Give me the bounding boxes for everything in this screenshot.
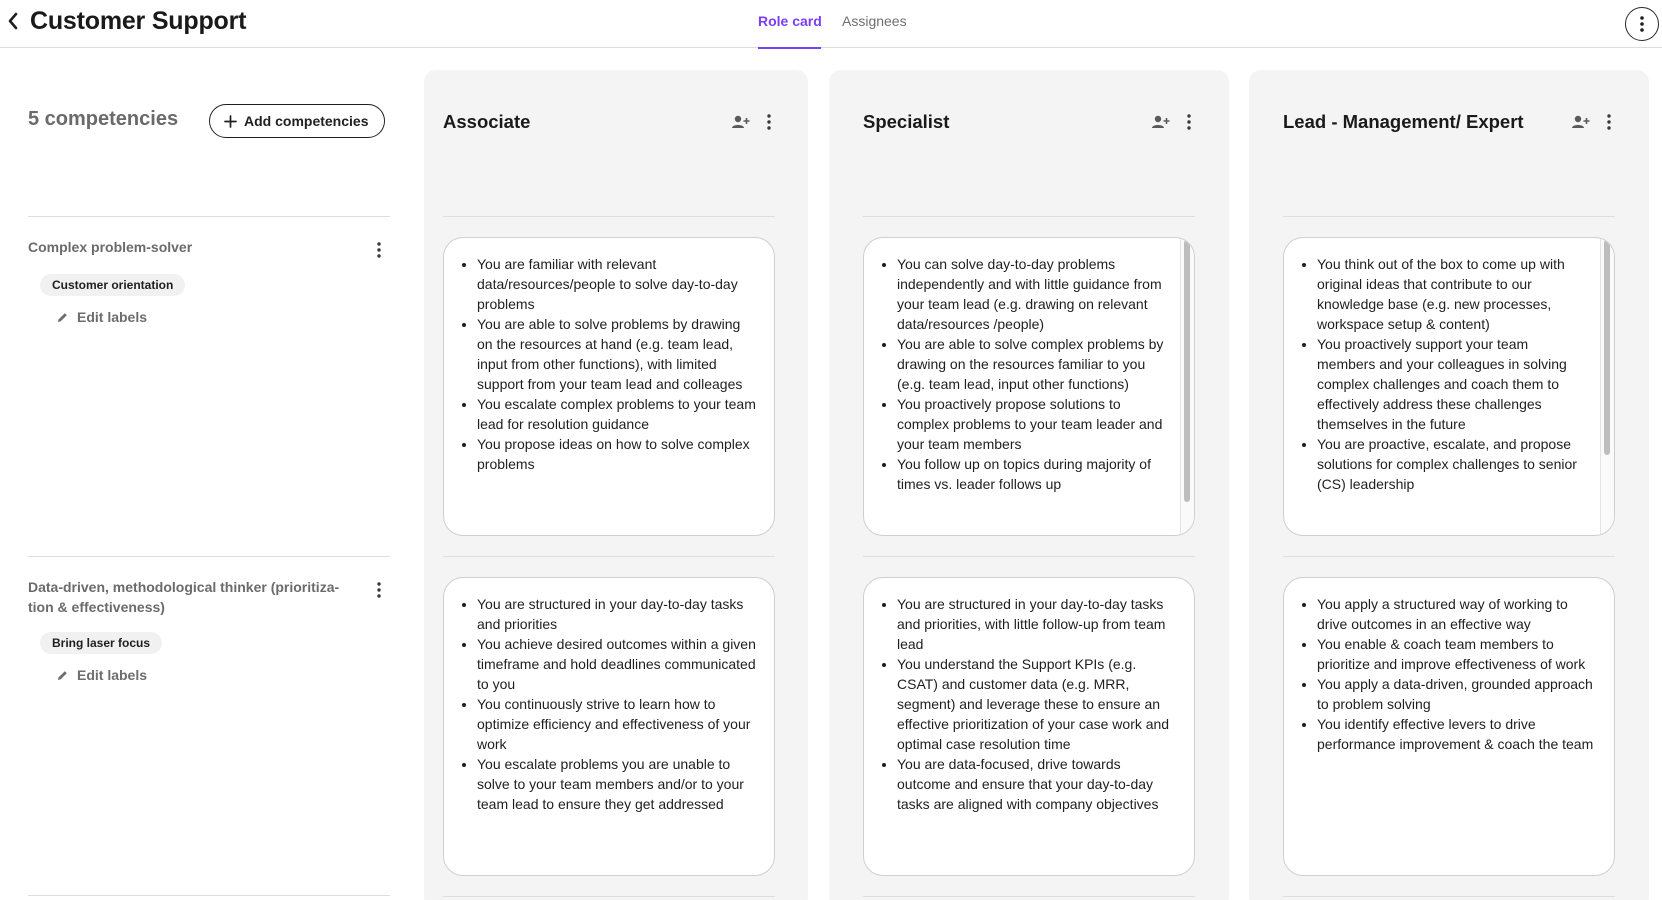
competency-menu-button[interactable] xyxy=(369,239,389,261)
kebab-icon xyxy=(1607,114,1611,130)
back-chevron-icon[interactable] xyxy=(2,8,24,34)
description-item: You think out of the box to come up with… xyxy=(1317,254,1584,334)
description-item: You enable & coach team members to prior… xyxy=(1317,634,1598,674)
level-menu-button[interactable] xyxy=(1178,111,1200,133)
scrollbar-track[interactable] xyxy=(1180,238,1194,535)
description-item: You proactively support your team member… xyxy=(1317,334,1584,434)
competency-description-card[interactable]: You are familiar with relevant data/reso… xyxy=(443,237,775,536)
divider xyxy=(28,216,390,217)
kebab-icon xyxy=(377,582,381,598)
level-title: Specialist xyxy=(863,111,950,132)
edit-labels-label: Edit labels xyxy=(77,309,148,325)
description-list: You are familiar with relevant data/reso… xyxy=(444,238,774,474)
assign-person-icon[interactable] xyxy=(1150,111,1172,133)
kebab-icon xyxy=(1640,16,1644,32)
divider xyxy=(443,216,775,217)
description-item: You follow up on topics during majority … xyxy=(897,454,1164,494)
divider xyxy=(863,896,1195,897)
competency-name: Complex problem-solver xyxy=(28,239,193,255)
tab-role-card[interactable]: Role card xyxy=(758,13,822,29)
scrollbar-track[interactable] xyxy=(1600,238,1614,535)
description-item: You propose ideas on how to solve comple… xyxy=(477,434,758,474)
divider xyxy=(1283,896,1615,897)
description-item: You apply a structured way of working to… xyxy=(1317,594,1598,634)
description-item: You understand the Support KPIs (e.g. CS… xyxy=(897,654,1178,754)
description-item: You continuously strive to learn how to … xyxy=(477,694,758,754)
divider xyxy=(28,895,390,896)
description-item: You are structured in your day-to-day ta… xyxy=(477,594,758,634)
divider xyxy=(443,556,775,557)
description-item: You apply a data-driven, grounded approa… xyxy=(1317,674,1598,714)
divider xyxy=(28,556,390,557)
edit-labels-label: Edit labels xyxy=(77,667,148,683)
level-title: Associate xyxy=(443,111,531,132)
level-title: Lead - Management/ Expert xyxy=(1283,111,1524,132)
assign-person-icon[interactable] xyxy=(730,111,752,133)
description-item: You are able to solve problems by drawin… xyxy=(477,314,758,394)
edit-labels-button[interactable]: Edit labels xyxy=(56,667,147,683)
plus-icon xyxy=(224,114,237,128)
competency-description-card[interactable]: You can solve day-to-day problems indepe… xyxy=(863,237,1195,536)
competency-count: 5 competencies xyxy=(28,108,179,130)
pencil-icon xyxy=(58,670,67,680)
description-item: You are able to solve complex problems b… xyxy=(897,334,1164,394)
description-list: You apply a structured way of working to… xyxy=(1284,578,1614,754)
pencil-icon xyxy=(58,312,67,322)
description-item: You escalate complex problems to your te… xyxy=(477,394,758,434)
competency-description-card[interactable]: You are structured in your day-to-day ta… xyxy=(443,577,775,876)
description-item: You are data-focused, drive towards outc… xyxy=(897,754,1178,814)
description-list: You are structured in your day-to-day ta… xyxy=(444,578,774,814)
active-tab-indicator xyxy=(758,47,821,49)
competency-description-card[interactable]: You apply a structured way of working to… xyxy=(1283,577,1615,876)
competency-menu-button[interactable] xyxy=(369,579,389,601)
description-list: You can solve day-to-day problems indepe… xyxy=(864,238,1180,494)
more-options-button[interactable] xyxy=(1625,7,1659,41)
description-item: You identify effective levers to drive p… xyxy=(1317,714,1598,754)
add-competencies-label: Add competencies xyxy=(244,113,369,129)
scrollbar-thumb[interactable] xyxy=(1604,240,1610,455)
description-item: You are familiar with relevant data/reso… xyxy=(477,254,758,314)
top-bar: Customer Support Role card Assignees xyxy=(0,0,1662,49)
description-item: You proactively propose solutions to com… xyxy=(897,394,1164,454)
scrollbar-thumb[interactable] xyxy=(1184,240,1190,502)
competency-label-chip: Customer orientation xyxy=(40,274,186,296)
level-menu-button[interactable] xyxy=(1598,111,1620,133)
divider xyxy=(1283,556,1615,557)
divider xyxy=(1283,216,1615,217)
divider xyxy=(443,896,775,897)
competency-name: Data-driven, methodological thinker (pri… xyxy=(28,579,340,615)
description-item: You can solve day-to-day problems indepe… xyxy=(897,254,1164,334)
description-list: You think out of the box to come up with… xyxy=(1284,238,1600,494)
competency-description-card[interactable]: You think out of the box to come up with… xyxy=(1283,237,1615,536)
divider xyxy=(863,216,1195,217)
add-competencies-button[interactable]: Add competencies xyxy=(209,104,386,138)
level-menu-button[interactable] xyxy=(758,111,780,133)
kebab-icon xyxy=(377,242,381,258)
kebab-icon xyxy=(1187,114,1191,130)
competency-label-chip: Bring laser focus xyxy=(40,632,163,654)
page-title: Customer Support xyxy=(30,7,247,35)
edit-labels-button[interactable]: Edit labels xyxy=(56,309,147,325)
description-item: You escalate problems you are unable to … xyxy=(477,754,758,814)
description-list: You are structured in your day-to-day ta… xyxy=(864,578,1194,814)
tab-assignees[interactable]: Assignees xyxy=(842,13,907,29)
description-item: You are structured in your day-to-day ta… xyxy=(897,594,1178,654)
kebab-icon xyxy=(767,114,771,130)
divider xyxy=(863,556,1195,557)
description-item: You achieve desired outcomes within a gi… xyxy=(477,634,758,694)
competency-description-card[interactable]: You are structured in your day-to-day ta… xyxy=(863,577,1195,876)
assign-person-icon[interactable] xyxy=(1570,111,1592,133)
description-item: You are proactive, escalate, and propose… xyxy=(1317,434,1584,494)
